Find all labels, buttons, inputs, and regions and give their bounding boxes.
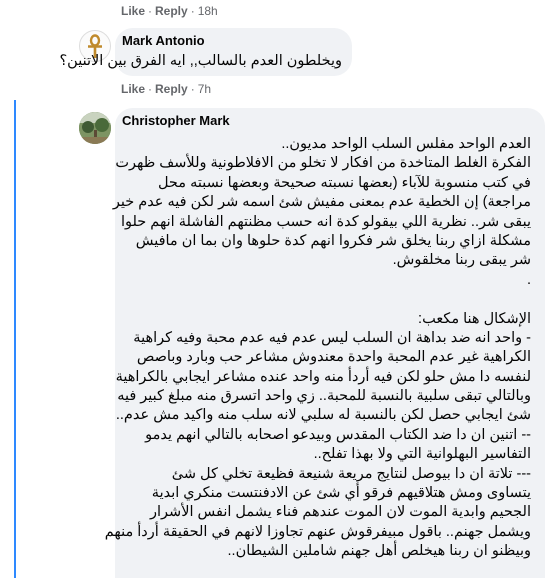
comment-line: شئ ايجابي حصل لكن بالنسبة له سلبي لانه س… <box>115 407 531 424</box>
comment-line: الجحيم وابدية الموت لان الموت عندهم فناء… <box>150 504 531 521</box>
comment-bubble-christopher-mark: Christopher Mark العدم الواحد مفلس السلب… <box>105 108 545 578</box>
reply-link[interactable]: Reply <box>155 82 188 96</box>
comment-timestamp[interactable]: 18h <box>198 4 218 18</box>
comment-line: مشكلة ازاي ربنا يخلق شر فكروا انهم كدة ح… <box>135 232 531 249</box>
comment-bubble-mark-antonio: Mark Antonio ويخلطون العدم بالسالب,, ايه… <box>59 28 352 76</box>
reply-thread-line <box>14 100 16 578</box>
separator-dot: · <box>148 82 153 96</box>
comment-line: الفكرة الغلط المتاخدة من افكار لا تخلو م… <box>115 155 531 172</box>
comment-line: وبيظنو ان ربنا هيخلص أهل جهنم شاملين الش… <box>227 543 531 560</box>
comment-line: الكراهية غير عدم المحبة واحدة معندوش مشا… <box>136 349 531 366</box>
comment-line: -- اتنين ان دا ضد الكتاب المقدس وبيدعو ا… <box>145 426 531 443</box>
comment-line <box>105 290 531 309</box>
comment-author-name[interactable]: Christopher Mark <box>122 113 230 128</box>
comment-timestamp[interactable]: 7h <box>198 82 211 96</box>
comment-line: ويشمل جهنم.. باقول مبيفرقوش عنهم تجاوزا … <box>104 523 531 540</box>
like-link[interactable]: Like <box>121 82 145 96</box>
comment-line: في كتب منسوبة للآباء (بعضها نسبته صحيحة … <box>157 174 531 191</box>
comment-text: العدم الواحد مفلس السلب الواحد مديون.. ا… <box>105 135 531 562</box>
comment-actions: Like · Reply · 7h <box>121 82 211 96</box>
comment-line: شر يبقى ربنا مخلقوش. <box>392 252 531 269</box>
like-link[interactable]: Like <box>121 4 145 18</box>
separator-dot: · <box>148 4 153 18</box>
comment-text: ويخلطون العدم بالسالب,, ايه الفرق بين ال… <box>59 53 342 69</box>
comment-line: وبالتالي تبقى سلبية بالنسبة للمحبة.. زي … <box>117 388 531 405</box>
comment-line: العدم الواحد مفلس السلب الواحد مديون.. <box>281 136 531 152</box>
separator-dot: · <box>190 82 195 96</box>
comment-line: يتساوى ومش هتلاقيهم فرقو أي شئ عن الادفن… <box>151 485 531 502</box>
comment-line: --- تلاتة ان دا بيوصل لنتايج مريعة شنيعة… <box>171 465 531 482</box>
comment-line: الإشكال هنا مكعب: <box>418 310 531 327</box>
comment-line: مراجعة) إن الخطية عدم بمعنى مفيش شئ اسمه… <box>112 194 531 211</box>
top-comment-actions: Like · Reply · 18h <box>121 4 218 18</box>
comment-line: يبقى شر.. نظرية اللي بيقولو كدة انه حسب … <box>120 213 531 230</box>
comment-line: . <box>526 271 531 288</box>
separator-dot: · <box>190 4 195 18</box>
comment-author-name[interactable]: Mark Antonio <box>122 33 205 48</box>
reply-link[interactable]: Reply <box>155 4 188 18</box>
comment-line: - واحد انه ضد بداهة ان السلب ليس عدم فيه… <box>133 329 531 346</box>
comment-line: لنفسه دا مش حلو لكن فيه أردأ منه واحد عن… <box>115 368 531 385</box>
comment-line: التفاسير البهلوانية التي ولا بهذا تفلح.. <box>313 446 531 463</box>
